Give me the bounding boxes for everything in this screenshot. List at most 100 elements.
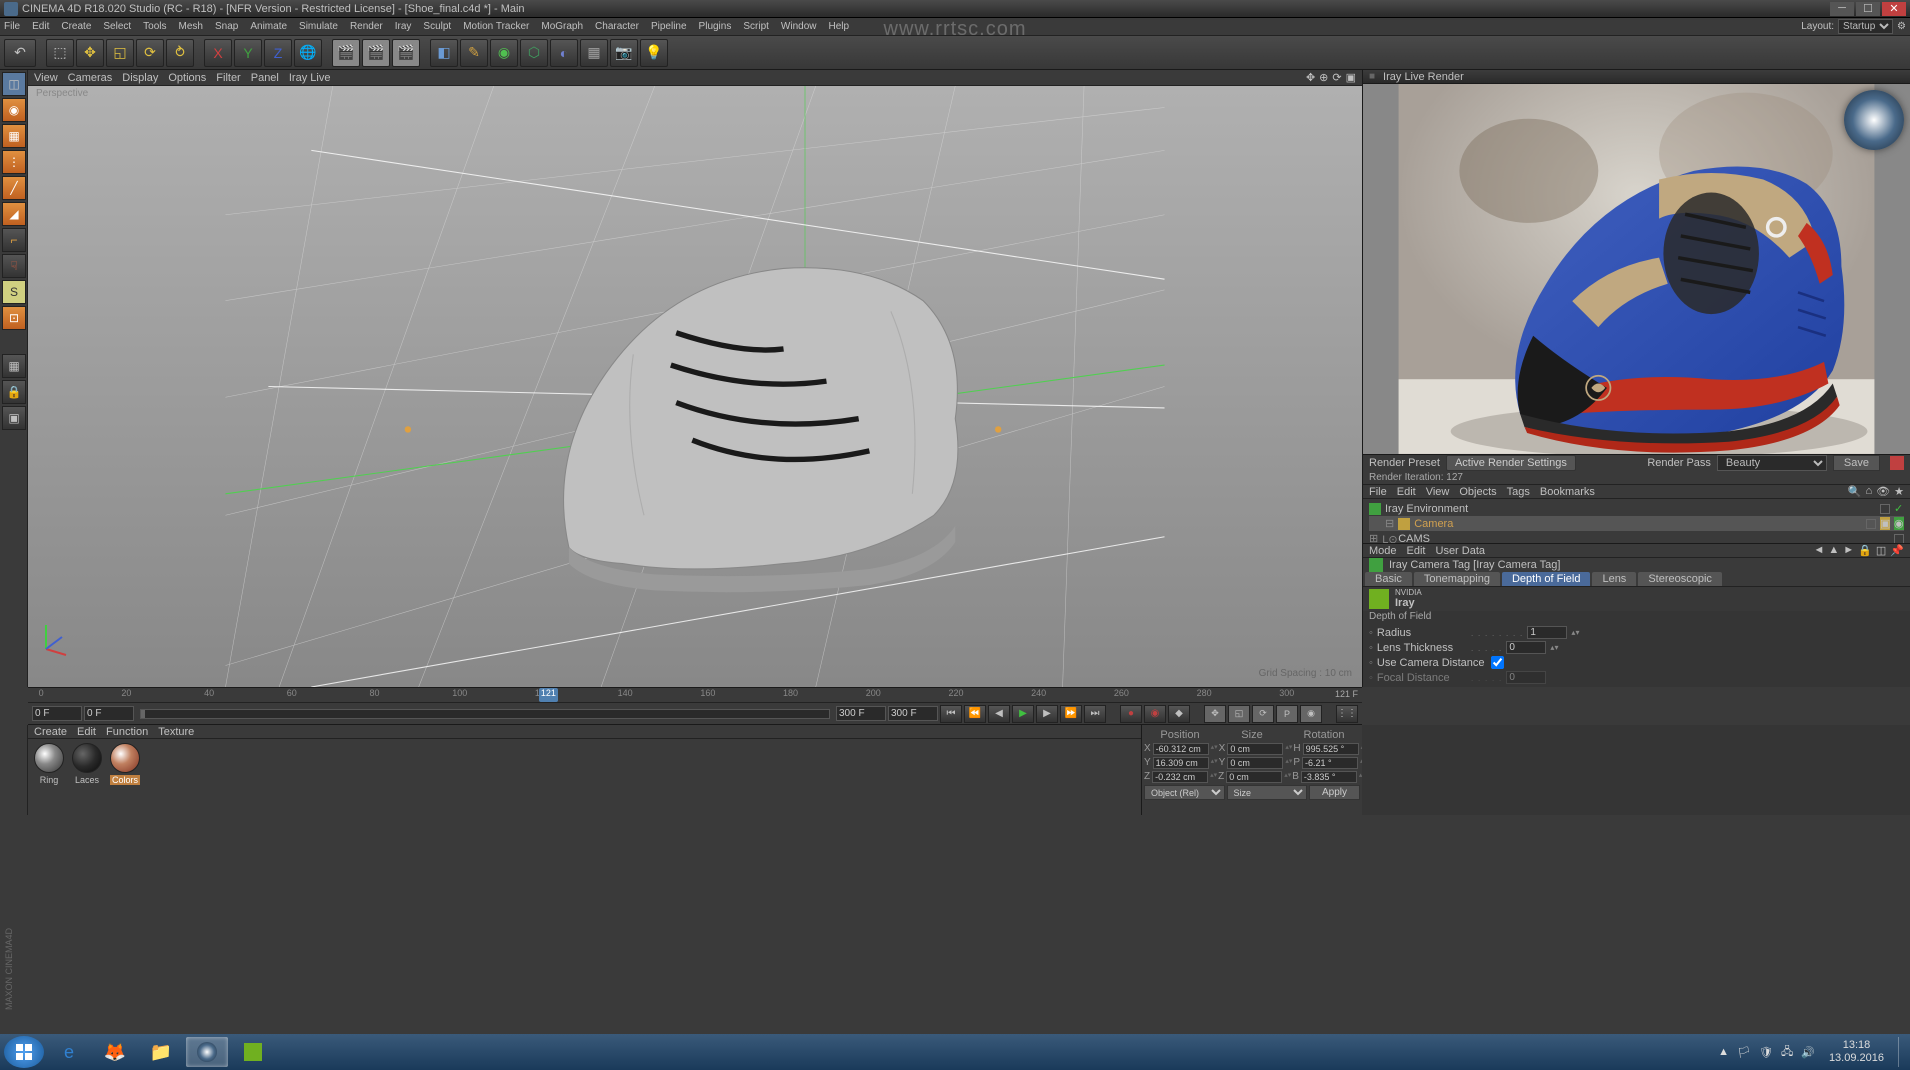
render-picture-icon[interactable]: 🎬 bbox=[362, 39, 390, 67]
prev-frame-button[interactable]: ◀ bbox=[988, 705, 1010, 723]
locked-workplane-icon[interactable]: ⊡ bbox=[2, 306, 26, 330]
snap-icon[interactable]: S bbox=[2, 280, 26, 304]
spinner-icon[interactable]: ▴▾ bbox=[1571, 628, 1579, 637]
om-menu-objects[interactable]: Objects bbox=[1459, 486, 1496, 498]
lock-icon[interactable]: 🔒 bbox=[2, 380, 26, 404]
vp-menu-cameras[interactable]: Cameras bbox=[68, 72, 113, 84]
menu-simulate[interactable]: Simulate bbox=[299, 21, 338, 32]
menu-sculpt[interactable]: Sculpt bbox=[423, 21, 451, 32]
render-settings-icon[interactable]: 🎬 bbox=[392, 39, 420, 67]
vp-menu-panel[interactable]: Panel bbox=[251, 72, 279, 84]
om-home-icon[interactable]: ⌂ bbox=[1866, 485, 1873, 498]
texture-mode-icon[interactable]: ◉ bbox=[2, 98, 26, 122]
tab-lens[interactable]: Lens bbox=[1592, 572, 1636, 586]
obj-cams-group[interactable]: ⊞ L⊙ CAMS bbox=[1369, 531, 1904, 543]
generator-icon[interactable]: ⬡ bbox=[520, 39, 548, 67]
timeline-slider[interactable] bbox=[140, 709, 830, 719]
pla-button[interactable]: ◉ bbox=[1300, 705, 1322, 723]
nurbs-icon[interactable]: ◉ bbox=[490, 39, 518, 67]
vp-menu-view[interactable]: View bbox=[34, 72, 58, 84]
close-button[interactable]: ✕ bbox=[1882, 2, 1906, 16]
prev-key-button[interactable]: ⏪ bbox=[964, 705, 986, 723]
am-new-icon[interactable]: ◫ bbox=[1876, 544, 1886, 557]
vp-menu-filter[interactable]: Filter bbox=[216, 72, 240, 84]
vp-zoom-icon[interactable]: ⊕ bbox=[1319, 71, 1328, 84]
am-menu-mode[interactable]: Mode bbox=[1369, 545, 1397, 557]
range-b-input[interactable] bbox=[888, 706, 938, 721]
obj-iray-environment[interactable]: Iray Environment ✓ bbox=[1369, 501, 1904, 516]
menu-mesh[interactable]: Mesh bbox=[179, 21, 203, 32]
lens-thickness-input[interactable] bbox=[1506, 641, 1546, 654]
p-button[interactable]: ✥ bbox=[1204, 705, 1226, 723]
start-button[interactable] bbox=[4, 1036, 44, 1068]
size-x-input[interactable] bbox=[1227, 743, 1283, 755]
obj-camera[interactable]: ⊟ Camera ▣ ◉ bbox=[1369, 516, 1904, 531]
tray-show-hidden-icon[interactable]: ▲ bbox=[1718, 1046, 1729, 1058]
rot-p-input[interactable] bbox=[1302, 757, 1358, 769]
model-mode-icon[interactable]: ◫ bbox=[2, 72, 26, 96]
edge-mode-icon[interactable]: ╱ bbox=[2, 176, 26, 200]
am-prev-icon[interactable]: ◄ bbox=[1814, 544, 1825, 557]
menu-character[interactable]: Character bbox=[595, 21, 639, 32]
coord-size-select[interactable]: Size bbox=[1227, 785, 1308, 800]
active-render-settings-button[interactable]: Active Render Settings bbox=[1446, 455, 1576, 471]
menu-pipeline[interactable]: Pipeline bbox=[651, 21, 687, 32]
render-region-icon[interactable]: ▣ bbox=[2, 406, 26, 430]
menu-help[interactable]: Help bbox=[829, 21, 850, 32]
material-ring[interactable]: Ring bbox=[32, 743, 66, 785]
camera-icon[interactable]: 📷 bbox=[610, 39, 638, 67]
menu-motiontracker[interactable]: Motion Tracker bbox=[463, 21, 529, 32]
vp-menu-iraylive[interactable]: Iray Live bbox=[289, 72, 331, 84]
light-icon[interactable]: 💡 bbox=[640, 39, 668, 67]
render-pass-select[interactable]: Beauty bbox=[1717, 455, 1827, 471]
menu-window[interactable]: Window bbox=[781, 21, 817, 32]
range-a-input[interactable] bbox=[836, 706, 886, 721]
menu-file[interactable]: File bbox=[4, 21, 20, 32]
goto-start-button[interactable]: ⏮ bbox=[940, 705, 962, 723]
viewport-solo-icon[interactable]: ▦ bbox=[2, 354, 26, 378]
om-search-icon[interactable]: 🔍 bbox=[1848, 485, 1862, 498]
s-button[interactable]: ◱ bbox=[1228, 705, 1250, 723]
viewport-3d[interactable]: Perspective bbox=[28, 86, 1362, 687]
x-axis-icon[interactable]: X bbox=[204, 39, 232, 67]
use-camera-distance-checkbox[interactable] bbox=[1491, 656, 1504, 669]
spinner-icon[interactable]: ▴▾ bbox=[1550, 643, 1558, 652]
am-menu-edit[interactable]: Edit bbox=[1407, 545, 1426, 557]
tab-tonemapping[interactable]: Tonemapping bbox=[1414, 572, 1500, 586]
maximize-button[interactable]: ☐ bbox=[1856, 2, 1880, 16]
tray-volume-icon[interactable]: 🔊 bbox=[1801, 1046, 1815, 1059]
autokey-button[interactable]: ◉ bbox=[1144, 705, 1166, 723]
vp-menu-options[interactable]: Options bbox=[168, 72, 206, 84]
om-menu-view[interactable]: View bbox=[1426, 486, 1450, 498]
rot-b-input[interactable] bbox=[1301, 771, 1357, 783]
visibility-toggle[interactable] bbox=[1866, 519, 1876, 529]
next-frame-button[interactable]: ▶ bbox=[1036, 705, 1058, 723]
mat-menu-edit[interactable]: Edit bbox=[77, 726, 96, 738]
last-tool-icon[interactable]: ⥁ bbox=[166, 39, 194, 67]
vp-rotate-icon[interactable]: ⟳ bbox=[1332, 71, 1341, 84]
om-eye-icon[interactable]: 👁 bbox=[1876, 485, 1890, 498]
live-select-icon[interactable]: ⬚ bbox=[46, 39, 74, 67]
fcurve-button[interactable]: ⋮⋮ bbox=[1336, 705, 1358, 723]
end-frame-input[interactable] bbox=[84, 706, 134, 721]
material-laces[interactable]: Laces bbox=[70, 743, 104, 785]
scale-icon[interactable]: ◱ bbox=[106, 39, 134, 67]
keyframe-button[interactable]: ◆ bbox=[1168, 705, 1190, 723]
am-next-icon[interactable]: ▲ bbox=[1828, 544, 1839, 557]
minimize-button[interactable]: ─ bbox=[1830, 2, 1854, 16]
vp-menu-display[interactable]: Display bbox=[122, 72, 158, 84]
menu-script[interactable]: Script bbox=[743, 21, 769, 32]
deformer-icon[interactable]: ◐ bbox=[550, 39, 578, 67]
om-bookmark-icon[interactable]: ★ bbox=[1894, 485, 1904, 498]
visibility-toggle[interactable] bbox=[1894, 534, 1904, 543]
play-button[interactable]: ▶ bbox=[1012, 705, 1034, 723]
polygon-mode-icon[interactable]: ◢ bbox=[2, 202, 26, 226]
pos-x-input[interactable] bbox=[1153, 743, 1209, 755]
environment-icon[interactable]: ▦ bbox=[580, 39, 608, 67]
timeline-ruler[interactable]: 0 20 40 60 80 100 120 140 160 180 200 22… bbox=[28, 687, 1362, 703]
visibility-toggle[interactable] bbox=[1880, 504, 1890, 514]
am-pin-icon[interactable]: 📌 bbox=[1890, 544, 1904, 557]
menu-tools[interactable]: Tools bbox=[143, 21, 166, 32]
om-menu-tags[interactable]: Tags bbox=[1507, 486, 1530, 498]
am-lock-icon[interactable]: 🔒 bbox=[1858, 544, 1872, 557]
